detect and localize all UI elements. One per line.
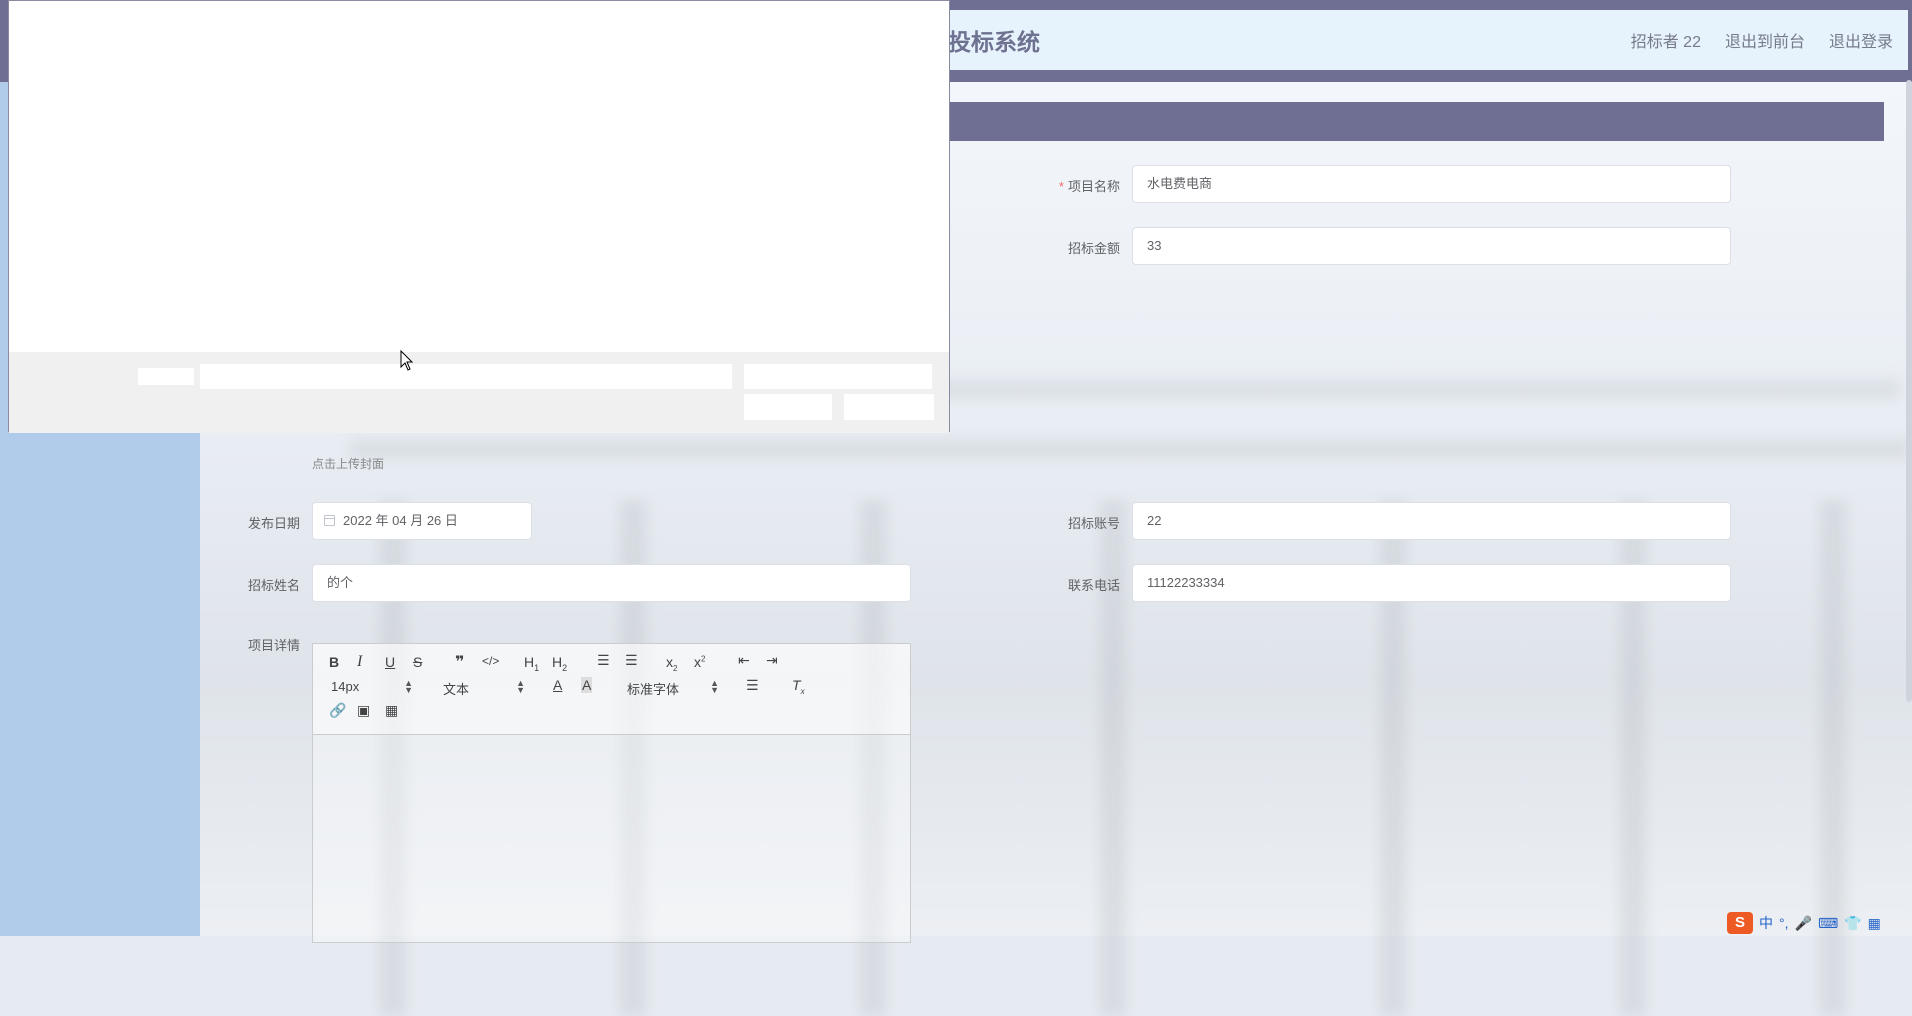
subscript-icon[interactable]: x2 xyxy=(666,654,677,673)
phone-input[interactable]: 11122233334 xyxy=(1132,564,1731,602)
keyboard-icon[interactable]: ⌨ xyxy=(1818,915,1838,932)
ime-lang-toggle[interactable]: 中 xyxy=(1759,913,1773,933)
font-family-select[interactable]: 标准字体 ▲ ▼ xyxy=(627,679,719,698)
nav-logout[interactable]: 退出登录 xyxy=(1829,28,1893,52)
ime-punct-toggle[interactable]: °, xyxy=(1779,915,1789,931)
background-color-icon[interactable]: A xyxy=(581,677,593,693)
amount-input[interactable]: 33 xyxy=(1132,227,1731,265)
upload-cover-hint[interactable]: 点击上传封面 xyxy=(312,455,384,472)
nav-user[interactable]: 招标者 22 xyxy=(1631,28,1701,52)
header-nav: 招标者 22 退出到前台 退出登录 xyxy=(1607,10,1893,70)
nav-back-to-frontend[interactable]: 退出到前台 xyxy=(1725,28,1805,52)
editor-toolbar: B I U S ❞ </> H1 H2 ☰ ☰ x2 x2 ⇤ ⇥ 14px ▲ ▼… xyxy=(313,644,910,735)
bold-icon[interactable]: B xyxy=(329,654,339,670)
text-color-icon[interactable]: A xyxy=(553,677,562,693)
ime-toolbar: S 中 °, 🎤 ⌨ 👕 ▦ xyxy=(1727,912,1881,934)
overlay-footer xyxy=(9,352,949,433)
publish-date-picker[interactable]: 2022 年 04 月 26 日 xyxy=(312,502,532,540)
ordered-list-icon[interactable]: ☰ xyxy=(597,652,610,669)
indent-icon[interactable]: ⇥ xyxy=(766,652,778,669)
amount-label: 招标金额 xyxy=(1067,241,1120,256)
image-icon[interactable]: ▣ xyxy=(357,702,370,719)
app-title: 投标系统 xyxy=(948,29,1040,55)
toolbox-icon[interactable]: ▦ xyxy=(1868,915,1881,932)
publish-date-value: 2022 年 04 月 26 日 xyxy=(343,513,458,528)
italic-icon[interactable]: I xyxy=(357,653,362,671)
project-name-input[interactable]: 水电费电商 xyxy=(1132,165,1731,203)
blockquote-icon[interactable]: ❞ xyxy=(455,652,464,672)
scrollbar-thumb[interactable] xyxy=(1906,80,1912,702)
overlay-cancel-button[interactable] xyxy=(844,394,934,420)
account-input[interactable]: 22 xyxy=(1132,502,1731,540)
link-icon[interactable]: 🔗 xyxy=(329,702,346,719)
phone-label: 联系电话 xyxy=(1067,578,1120,593)
outdent-icon[interactable]: ⇤ xyxy=(738,652,750,669)
skin-icon[interactable]: 👕 xyxy=(1844,915,1861,932)
bullet-list-icon[interactable]: ☰ xyxy=(625,652,638,669)
video-icon[interactable]: ▦ xyxy=(385,702,398,719)
mouse-cursor-icon xyxy=(400,350,414,371)
tender-name-label: 招标姓名 xyxy=(247,578,300,593)
header-select[interactable]: 文本 ▲ ▼ xyxy=(443,679,525,698)
tender-name-input[interactable]: 的个 xyxy=(312,564,911,602)
h1-icon[interactable]: H1 xyxy=(524,654,539,673)
overlay-window xyxy=(8,0,950,433)
calendar-icon xyxy=(324,515,335,526)
overlay-filename-input[interactable] xyxy=(200,364,732,389)
underline-icon[interactable]: U xyxy=(385,654,395,670)
details-label: 项目详情 xyxy=(247,638,300,653)
overlay-filetype-select[interactable] xyxy=(744,364,932,389)
overlay-open-button[interactable] xyxy=(744,394,832,420)
rich-text-editor: B I U S ❞ </> H1 H2 ☰ ☰ x2 x2 ⇤ ⇥ 14px ▲ ▼… xyxy=(312,643,911,943)
superscript-icon[interactable]: x2 xyxy=(694,654,705,670)
h2-icon[interactable]: H2 xyxy=(552,654,567,673)
font-size-select[interactable]: 14px ▲ ▼ xyxy=(331,679,413,695)
sogou-logo-icon[interactable]: S xyxy=(1727,912,1753,934)
overlay-label-box xyxy=(138,368,194,385)
code-block-icon[interactable]: </> xyxy=(482,654,499,668)
align-icon[interactable]: ☰ xyxy=(746,677,759,694)
clear-format-icon[interactable]: Tx xyxy=(792,677,805,696)
project-name-label: * 项目名称 xyxy=(1058,179,1120,194)
strike-icon[interactable]: S xyxy=(413,654,422,670)
microphone-icon[interactable]: 🎤 xyxy=(1795,915,1812,932)
account-label: 招标账号 xyxy=(1067,516,1120,531)
publish-date-label: 发布日期 xyxy=(247,516,300,531)
